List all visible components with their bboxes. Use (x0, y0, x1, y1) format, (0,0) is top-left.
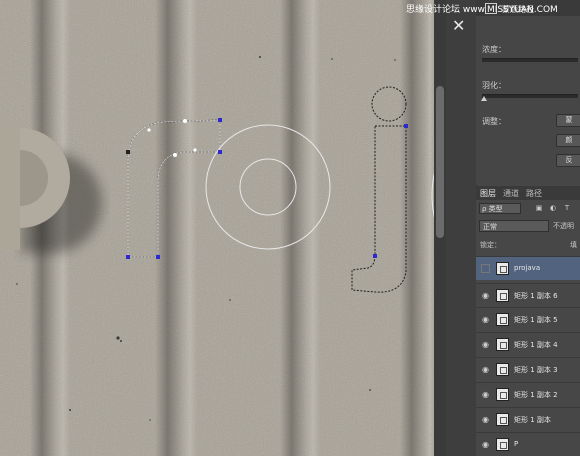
tab-paths[interactable]: 路径 (526, 188, 542, 199)
layer-name: P (514, 440, 519, 448)
eye-icon[interactable]: ◉ (481, 391, 490, 399)
layer-thumbnail (496, 313, 509, 326)
visibility-toggle[interactable] (481, 264, 490, 273)
image-filter-icon[interactable]: ▣ (535, 204, 543, 212)
layer-thumbnail (496, 363, 509, 376)
layer-thumbnail (496, 289, 509, 302)
layer-row[interactable]: ◉ P (476, 432, 580, 456)
density-label: 浓度： (482, 45, 506, 54)
layer-thumbnail (496, 438, 509, 451)
eye-icon[interactable]: ◉ (481, 316, 490, 324)
lock-label: 锁定： (480, 241, 501, 249)
layer-row[interactable]: ◉ 矩形 1 副本 (476, 407, 580, 431)
layer-name: 矩形 1 副本 2 (514, 391, 558, 399)
tab-channels[interactable]: 通道 (503, 188, 519, 199)
adjust-filter-icon[interactable]: ◐ (549, 204, 557, 212)
layer-row[interactable]: ◉ 矩形 1 副本 5 (476, 307, 580, 331)
eye-icon[interactable]: ◉ (481, 416, 490, 424)
photoshop-window: ✕ 蒙版路径 思缘设计论坛 www.MISSYUAN.COM 浓度： 羽化： 调… (0, 0, 580, 456)
layer-thumbnail (496, 262, 509, 275)
layer-name: projava (514, 264, 541, 272)
layer-filter-select[interactable]: ρ 类型 (479, 203, 521, 214)
canvas-artwork (0, 0, 446, 456)
layer-row[interactable]: ◉ 矩形 1 副本 4 (476, 332, 580, 356)
eye-icon[interactable]: ◉ (481, 341, 490, 349)
blend-mode-select[interactable]: 正常 (479, 220, 549, 232)
layer-thumbnail (496, 338, 509, 351)
scrollbar-thumb[interactable] (436, 86, 444, 238)
density-slider[interactable] (482, 58, 578, 62)
document-canvas[interactable] (0, 0, 446, 456)
layer-row[interactable]: projava (476, 256, 580, 280)
layer-name: 矩形 1 副本 5 (514, 316, 558, 324)
layer-thumbnail (496, 413, 509, 426)
feather-slider[interactable] (482, 94, 578, 98)
eye-icon[interactable]: ◉ (481, 292, 490, 300)
layer-row[interactable]: ◉ 矩形 1 副本 2 (476, 382, 580, 406)
invert-button[interactable]: 反 (556, 154, 580, 167)
watermark-text: 思缘设计论坛 www.MISSYUAN.COM (406, 5, 558, 15)
layer-row[interactable]: ◉ 矩形 1 副本 6 (476, 283, 580, 307)
layer-name: 矩形 1 副本 6 (514, 292, 558, 300)
canvas-vertical-scrollbar[interactable] (434, 0, 446, 456)
color-range-button[interactable]: 颜 (556, 134, 580, 147)
tab-layers[interactable]: 图层 (480, 188, 496, 199)
adjust-label: 调整： (482, 117, 506, 126)
layer-name: 矩形 1 副本 3 (514, 366, 558, 374)
layer-row[interactable]: ◉ 矩形 1 副本 3 (476, 357, 580, 381)
layer-name: 矩形 1 副本 4 (514, 341, 558, 349)
eye-icon[interactable]: ◉ (481, 441, 490, 449)
panel-dock-strip (446, 0, 477, 456)
mask-edge-button[interactable]: 蒙 (556, 114, 580, 127)
close-icon[interactable]: ✕ (452, 18, 465, 34)
eye-icon[interactable]: ◉ (481, 366, 490, 374)
layer-thumbnail (496, 388, 509, 401)
type-filter-icon[interactable]: T (563, 204, 571, 212)
fill-label: 填 (570, 241, 577, 249)
layer-name: 矩形 1 副本 (514, 416, 551, 424)
feather-slider-handle[interactable] (481, 96, 487, 101)
opacity-label: 不透明 (553, 222, 574, 230)
feather-label: 羽化： (482, 81, 506, 90)
